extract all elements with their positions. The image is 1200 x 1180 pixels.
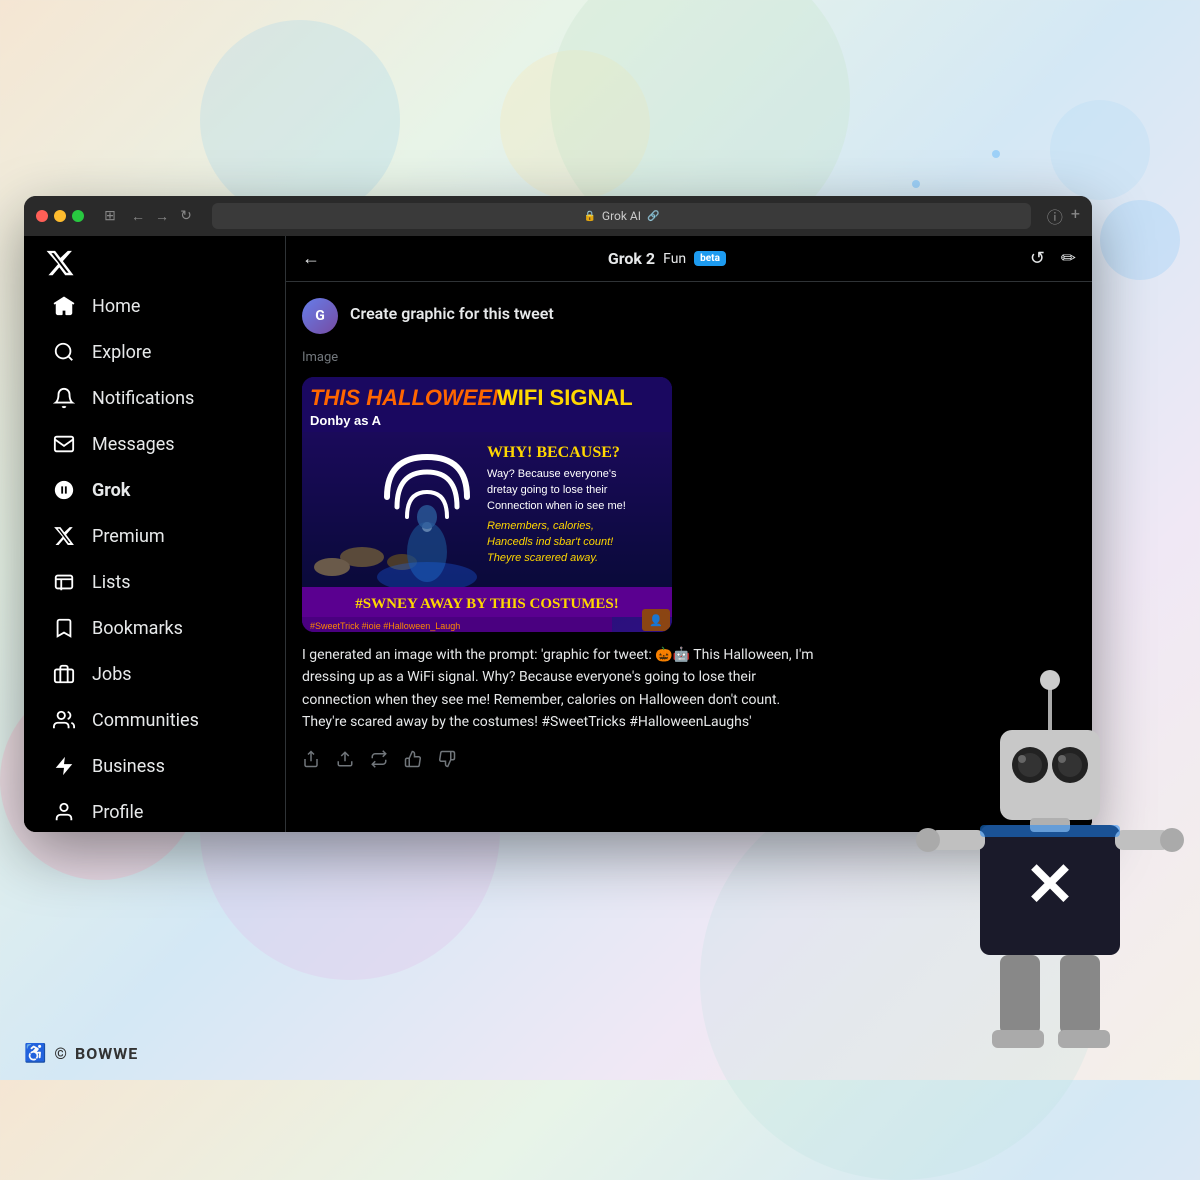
communities-label: Communities bbox=[92, 710, 199, 731]
browser-nav: ← → ↻ bbox=[128, 206, 196, 226]
sidebar-item-lists[interactable]: Lists bbox=[40, 560, 269, 604]
sidebar-toggle-button[interactable]: ⊞ bbox=[100, 206, 120, 226]
grok-conversation: G Create graphic for this tweet Image bbox=[286, 282, 1092, 832]
grok-response: Image bbox=[302, 350, 1076, 768]
svg-text:Donby as A: Donby as A bbox=[310, 413, 382, 428]
svg-text:Connection when io see me!: Connection when io see me! bbox=[487, 500, 626, 512]
upload-icon[interactable] bbox=[336, 750, 354, 768]
svg-text:#SweetTrick #ioie #Halloween_L: #SweetTrick #ioie #Halloween_Laugh bbox=[310, 621, 460, 631]
info-icon[interactable]: ⓘ bbox=[1047, 204, 1063, 228]
sidebar-item-explore[interactable]: Explore bbox=[40, 330, 269, 374]
history-icon[interactable]: ↺ bbox=[1030, 248, 1045, 269]
jobs-label: Jobs bbox=[92, 664, 132, 685]
person-icon bbox=[52, 800, 76, 824]
link-icon: 🔗 bbox=[647, 211, 659, 222]
user-message: G Create graphic for this tweet bbox=[302, 298, 1076, 334]
browser-window: ⊞ ← → ↻ 🔒 Grok AI 🔗 ⓘ + bbox=[24, 196, 1092, 832]
main-content: ← Grok 2 Fun beta ▾ ↺ ✏ G Create graphic… bbox=[286, 236, 1092, 832]
like-icon[interactable] bbox=[404, 750, 422, 768]
svg-text:dretay going to lose their: dretay going to lose their bbox=[487, 484, 608, 496]
bookmark-icon bbox=[52, 616, 76, 640]
sidebar-item-notifications[interactable]: Notifications bbox=[40, 376, 269, 420]
grok-fun-label: Fun bbox=[663, 251, 686, 267]
maximize-button-dot[interactable] bbox=[72, 210, 84, 222]
generated-halloween-image: THIS HALLOWEEN Donby as A WIFI SIGNAL bbox=[302, 377, 672, 632]
twitter-sidebar: Home Explore Notifications Messages bbox=[24, 236, 286, 832]
back-button[interactable]: ← bbox=[302, 248, 320, 269]
community-icon bbox=[52, 708, 76, 732]
lightning-icon bbox=[52, 754, 76, 778]
grok-title-area: Grok 2 Fun beta ▾ bbox=[332, 249, 1018, 268]
briefcase-icon bbox=[52, 662, 76, 686]
profile-label: Profile bbox=[92, 802, 143, 823]
messages-label: Messages bbox=[92, 434, 175, 455]
beta-badge: beta bbox=[694, 251, 726, 266]
explore-label: Explore bbox=[92, 342, 151, 363]
lists-icon bbox=[52, 570, 76, 594]
bowwe-accessibility-icon: ♿ bbox=[24, 1043, 46, 1064]
twitter-logo[interactable] bbox=[40, 248, 80, 278]
sidebar-item-jobs[interactable]: Jobs bbox=[40, 652, 269, 696]
image-label: Image bbox=[302, 350, 1076, 365]
mail-icon bbox=[52, 432, 76, 456]
user-message-text: Create graphic for this tweet bbox=[350, 298, 554, 323]
sidebar-item-profile[interactable]: Profile bbox=[40, 790, 269, 832]
sidebar-item-premium[interactable]: Premium bbox=[40, 514, 269, 558]
browser-actions: ⓘ + bbox=[1047, 204, 1080, 228]
sidebar-item-messages[interactable]: Messages bbox=[40, 422, 269, 466]
address-bar[interactable]: 🔒 Grok AI 🔗 bbox=[212, 203, 1031, 229]
notifications-label: Notifications bbox=[92, 388, 194, 409]
sidebar-item-home[interactable]: Home bbox=[40, 284, 269, 328]
bowwe-footer: ♿ © BOWWE bbox=[24, 1043, 138, 1064]
grok-response-text: I generated an image with the prompt: 'g… bbox=[302, 644, 822, 734]
sidebar-item-communities[interactable]: Communities bbox=[40, 698, 269, 742]
action-buttons bbox=[302, 746, 1076, 768]
dislike-icon[interactable] bbox=[438, 750, 456, 768]
svg-text:👤: 👤 bbox=[649, 614, 663, 627]
lists-label: Lists bbox=[92, 572, 131, 593]
sidebar-item-business[interactable]: Business bbox=[40, 744, 269, 788]
minimize-button-dot[interactable] bbox=[54, 210, 66, 222]
premium-x-icon bbox=[52, 524, 76, 548]
svg-text:WHY! BECAUSE?: WHY! BECAUSE? bbox=[487, 444, 620, 461]
compose-icon[interactable]: ✏ bbox=[1061, 248, 1076, 269]
bell-icon bbox=[52, 386, 76, 410]
user-avatar: G bbox=[302, 298, 338, 334]
grok-header-actions: ↺ ✏ bbox=[1030, 248, 1076, 269]
close-button-dot[interactable] bbox=[36, 210, 48, 222]
home-label: Home bbox=[92, 296, 140, 317]
refresh-button[interactable]: ↻ bbox=[176, 206, 196, 226]
browser-chrome: ⊞ ← → ↻ 🔒 Grok AI 🔗 ⓘ + bbox=[24, 196, 1092, 236]
address-text: Grok AI bbox=[602, 209, 641, 223]
grok-icon bbox=[52, 478, 76, 502]
bookmarks-label: Bookmarks bbox=[92, 618, 183, 639]
search-icon bbox=[52, 340, 76, 364]
svg-text:Remembers, calories,: Remembers, calories, bbox=[487, 520, 594, 532]
grok-header: ← Grok 2 Fun beta ▾ ↺ ✏ bbox=[286, 236, 1092, 282]
share-icon[interactable] bbox=[302, 750, 320, 768]
retweet-icon[interactable] bbox=[370, 750, 388, 768]
browser-content: Home Explore Notifications Messages bbox=[24, 236, 1092, 832]
svg-text:Hancedls ind sbar't count!: Hancedls ind sbar't count! bbox=[487, 536, 613, 548]
svg-text:Way? Because everyone's: Way? Because everyone's bbox=[487, 468, 617, 480]
business-label: Business bbox=[92, 756, 165, 777]
sidebar-item-grok[interactable]: Grok bbox=[40, 468, 269, 512]
bowwe-cc-icon: © bbox=[54, 1044, 67, 1063]
svg-text:#SWNEY AWAY BY THIS COSTUMES!: #SWNEY AWAY BY THIS COSTUMES! bbox=[355, 596, 618, 612]
forward-button[interactable]: → bbox=[152, 206, 172, 226]
back-button[interactable]: ← bbox=[128, 206, 148, 226]
chevron-down-icon[interactable]: ▾ bbox=[736, 252, 742, 266]
svg-text:Theyre scarered away.: Theyre scarered away. bbox=[487, 552, 598, 564]
lock-icon: 🔒 bbox=[583, 211, 595, 222]
grok-label: Grok bbox=[92, 480, 130, 501]
premium-label: Premium bbox=[92, 526, 165, 547]
sidebar-item-bookmarks[interactable]: Bookmarks bbox=[40, 606, 269, 650]
grok-title: Grok 2 bbox=[608, 249, 655, 268]
bowwe-brand: BOWWE bbox=[75, 1044, 138, 1063]
svg-text:THIS HALLOWEEN: THIS HALLOWEEN bbox=[310, 385, 509, 410]
svg-text:WIFI SIGNAL: WIFI SIGNAL bbox=[497, 385, 633, 410]
browser-traffic-lights bbox=[36, 210, 84, 222]
new-tab-icon[interactable]: + bbox=[1071, 204, 1080, 228]
home-icon bbox=[52, 294, 76, 318]
